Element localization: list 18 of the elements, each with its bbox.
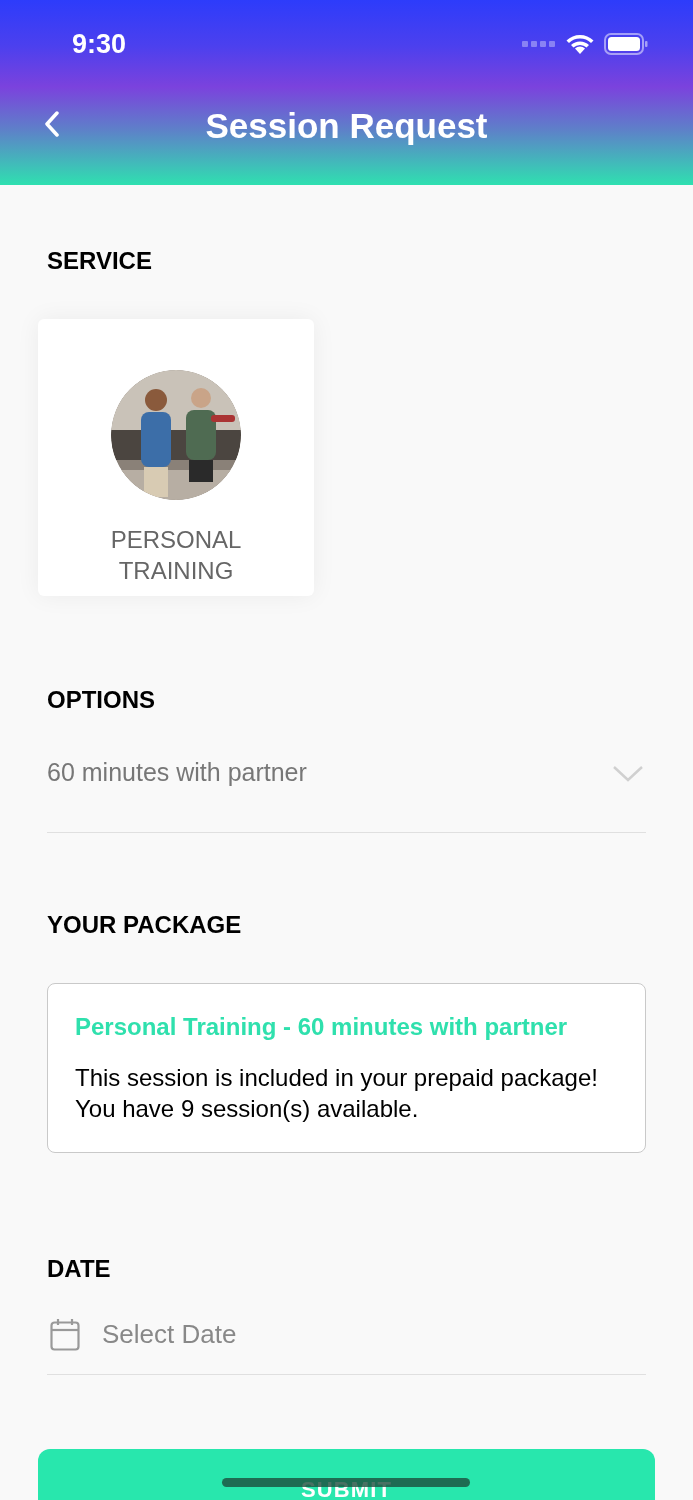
section-label: DATE (47, 1253, 112, 1284)
date-field[interactable]: Select Date (47, 1314, 646, 1375)
status-time: 9:30 (72, 28, 127, 61)
signal-icon (522, 40, 556, 49)
chevron-down-icon (612, 763, 644, 782)
package-text: This session is included in your prepaid package! You have 9 session(s) available. (75, 1062, 599, 1124)
section-label: SERVICE (47, 246, 153, 276)
section-label: OPTIONS (47, 685, 156, 715)
service-card[interactable]: PERSONAL TRAINING (38, 319, 314, 596)
wifi-icon (566, 34, 594, 55)
section-label: YOUR PACKAGE (47, 909, 243, 940)
screen-title: Session Request (205, 105, 488, 147)
service-name: PERSONAL TRAINING (109, 525, 243, 586)
package-title: Personal Training - 60 minutes with partner (75, 1011, 569, 1042)
back-icon[interactable] (44, 111, 60, 137)
options-dropdown[interactable]: 60 minutes with partner (47, 754, 646, 833)
battery-icon (604, 33, 648, 56)
calendar-icon (50, 1317, 80, 1351)
